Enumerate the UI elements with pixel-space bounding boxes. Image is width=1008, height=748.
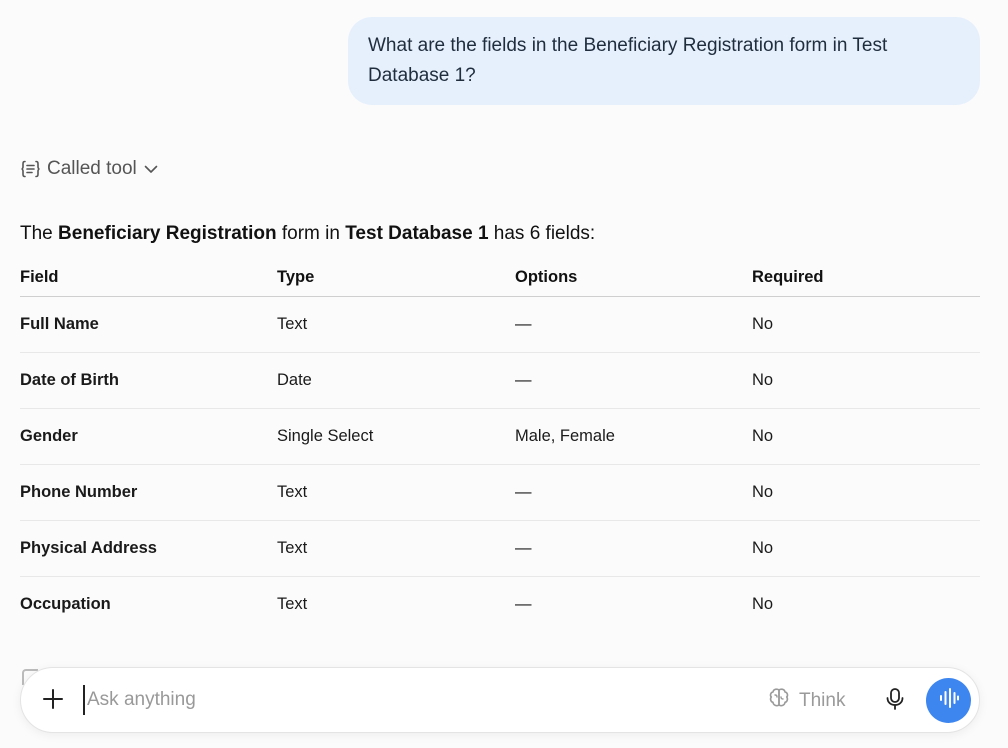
table-row: Date of Birth Date — No [20,352,980,409]
field-required-cell: No [752,352,980,409]
brain-icon [767,686,791,716]
field-required-cell: No [752,296,980,353]
chat-composer: Think [20,667,980,733]
answer-form-name: Beneficiary Registration [58,223,277,244]
plus-icon [42,688,64,715]
field-type-cell: Text [277,464,515,521]
column-header-options: Options [515,258,752,297]
field-options-cell: — [515,352,752,409]
table-row: Physical Address Text — No [20,520,980,577]
answer-middle: form in [276,223,346,244]
attach-button[interactable] [39,687,67,715]
field-options-cell: — [515,296,752,353]
field-name-cell: Physical Address [20,520,277,577]
user-message-text: What are the fields in the Beneficiary R… [368,35,888,86]
table-row: Full Name Text — No [20,296,980,353]
field-required-cell: No [752,464,980,521]
field-type-cell: Single Select [277,408,515,465]
field-name-cell: Phone Number [20,464,277,521]
field-type-cell: Text [277,520,515,577]
microphone-icon [884,687,906,716]
table-row: Gender Single Select Male, Female No [20,408,980,465]
field-type-cell: Text [277,296,515,353]
field-required-cell: No [752,408,980,465]
voice-waveform-icon [938,687,960,714]
field-name-cell: Date of Birth [20,352,277,409]
column-header-field: Field [20,258,277,297]
field-name-cell: Gender [20,408,277,465]
field-required-cell: No [752,520,980,577]
answer-intro: The Beneficiary Registration form in Tes… [20,221,595,247]
field-name-cell: Full Name [20,296,277,353]
field-type-cell: Date [277,352,515,409]
table-header-row: Field Type Options Required [20,258,980,297]
answer-database-name: Test Database 1 [345,223,489,244]
chevron-down-icon [143,161,159,177]
column-header-required: Required [752,258,980,297]
called-tool-toggle[interactable]: Called tool [20,158,159,180]
message-input[interactable] [83,685,687,715]
think-button[interactable]: Think [767,687,845,715]
field-options-cell: — [515,520,752,577]
braces-list-icon [20,159,41,179]
table-row: Phone Number Text — No [20,464,980,521]
microphone-button[interactable] [881,687,909,715]
think-label: Think [799,690,846,711]
field-options-cell: — [515,464,752,521]
voice-mode-button[interactable] [926,678,971,723]
called-tool-label: Called tool [47,158,137,179]
column-header-type: Type [277,258,515,297]
fields-table: Field Type Options Required Full Name Te… [20,258,980,632]
field-options-cell: Male, Female [515,408,752,465]
user-message-bubble: What are the fields in the Beneficiary R… [348,17,980,105]
answer-prefix: The [20,223,59,244]
answer-suffix: has 6 fields: [488,223,596,244]
